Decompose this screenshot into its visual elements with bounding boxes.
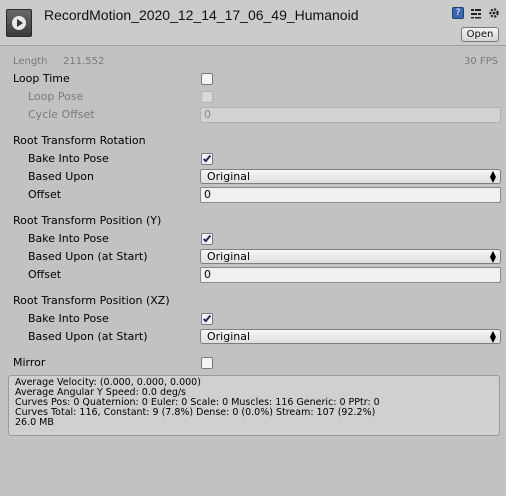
length-value: 211.552: [63, 56, 105, 67]
loop-time-checkbox[interactable]: [201, 73, 213, 85]
rotation-based-upon-label: Based Upon: [28, 170, 94, 183]
dropdown-arrow-icon: ▲ ▼: [489, 249, 496, 264]
rotation-heading: Root Transform Rotation: [13, 134, 146, 147]
help-icon[interactable]: ?: [452, 7, 464, 19]
rotation-heading-row: Root Transform Rotation: [0, 132, 506, 150]
dropdown-arrow-icon: ▲ ▼: [489, 329, 496, 344]
position-y-heading-row: Root Transform Position (Y): [0, 212, 506, 230]
gear-icon[interactable]: [488, 7, 500, 19]
rotation-based-upon-row: Based Upon Original ▲ ▼: [0, 168, 506, 186]
checkmark-icon: [202, 313, 212, 323]
stats-memory-size: 26.0 MB: [15, 417, 54, 428]
position-xz-based-upon-value: Original: [207, 330, 251, 343]
rotation-offset-label: Offset: [28, 188, 62, 201]
animation-clip-icon: [6, 9, 32, 37]
position-y-offset-field[interactable]: 0: [200, 267, 501, 283]
position-y-bake-label: Bake Into Pose: [28, 232, 109, 245]
position-y-bake-checkbox[interactable]: [201, 233, 213, 245]
mirror-label: Mirror: [13, 356, 46, 369]
position-xz-bake-label: Bake Into Pose: [28, 312, 109, 325]
asset-title: RecordMotion_2020_12_14_17_06_49_Humanoi…: [44, 7, 359, 23]
loop-pose-label: Loop Pose: [28, 90, 84, 103]
position-xz-bake-row: Bake Into Pose: [0, 310, 506, 328]
clip-stats-box: Average Velocity: (0.000, 0.000, 0.000) …: [8, 375, 500, 436]
stats-curves-total: Curves Total: 116, Constant: 9 (7.8%) De…: [15, 407, 376, 418]
loop-time-label: Loop Time: [13, 72, 70, 85]
position-xz-heading: Root Transform Position (XZ): [13, 294, 170, 307]
position-y-based-upon-value: Original: [207, 250, 251, 263]
checkmark-icon: [202, 233, 212, 243]
position-y-based-upon-label: Based Upon (at Start): [28, 250, 148, 263]
length-label: Length: [13, 56, 48, 67]
position-y-offset-label: Offset: [28, 268, 62, 281]
rotation-based-upon-dropdown[interactable]: Original ▲ ▼: [200, 169, 501, 184]
checkmark-icon: [202, 153, 212, 163]
rotation-offset-row: Offset 0: [0, 186, 506, 204]
position-xz-bake-checkbox[interactable]: [201, 313, 213, 325]
cycle-offset-field: 0: [200, 107, 501, 123]
cycle-offset-row: Cycle Offset 0: [0, 106, 506, 124]
position-xz-based-upon-row: Based Upon (at Start) Original ▲ ▼: [0, 328, 506, 346]
rotation-offset-field[interactable]: 0: [200, 187, 501, 203]
open-button[interactable]: Open: [461, 27, 499, 42]
rotation-based-upon-value: Original: [207, 170, 251, 183]
position-y-bake-row: Bake Into Pose: [0, 230, 506, 248]
rotation-bake-checkbox[interactable]: [201, 153, 213, 165]
dropdown-arrow-icon: ▲ ▼: [489, 169, 496, 184]
fps-value: 30 FPS: [463, 56, 498, 67]
position-y-based-upon-row: Based Upon (at Start) Original ▲ ▼: [0, 248, 506, 266]
mirror-row: Mirror: [0, 354, 506, 372]
inspector-header: RecordMotion_2020_12_14_17_06_49_Humanoi…: [0, 0, 506, 46]
loop-time-row: Loop Time: [0, 70, 506, 88]
loop-pose-row: Loop Pose: [0, 88, 506, 106]
rotation-bake-label: Bake Into Pose: [28, 152, 109, 165]
position-y-heading: Root Transform Position (Y): [13, 214, 162, 227]
loop-pose-checkbox: [201, 91, 213, 103]
position-y-offset-row: Offset 0: [0, 266, 506, 284]
cycle-offset-label: Cycle Offset: [28, 108, 95, 121]
position-xz-based-upon-dropdown[interactable]: Original ▲ ▼: [200, 329, 501, 344]
preset-icon[interactable]: [470, 7, 482, 19]
position-y-based-upon-dropdown[interactable]: Original ▲ ▼: [200, 249, 501, 264]
position-xz-heading-row: Root Transform Position (XZ): [0, 292, 506, 310]
position-xz-based-upon-label: Based Upon (at Start): [28, 330, 148, 343]
rotation-bake-row: Bake Into Pose: [0, 150, 506, 168]
mirror-checkbox[interactable]: [201, 357, 213, 369]
